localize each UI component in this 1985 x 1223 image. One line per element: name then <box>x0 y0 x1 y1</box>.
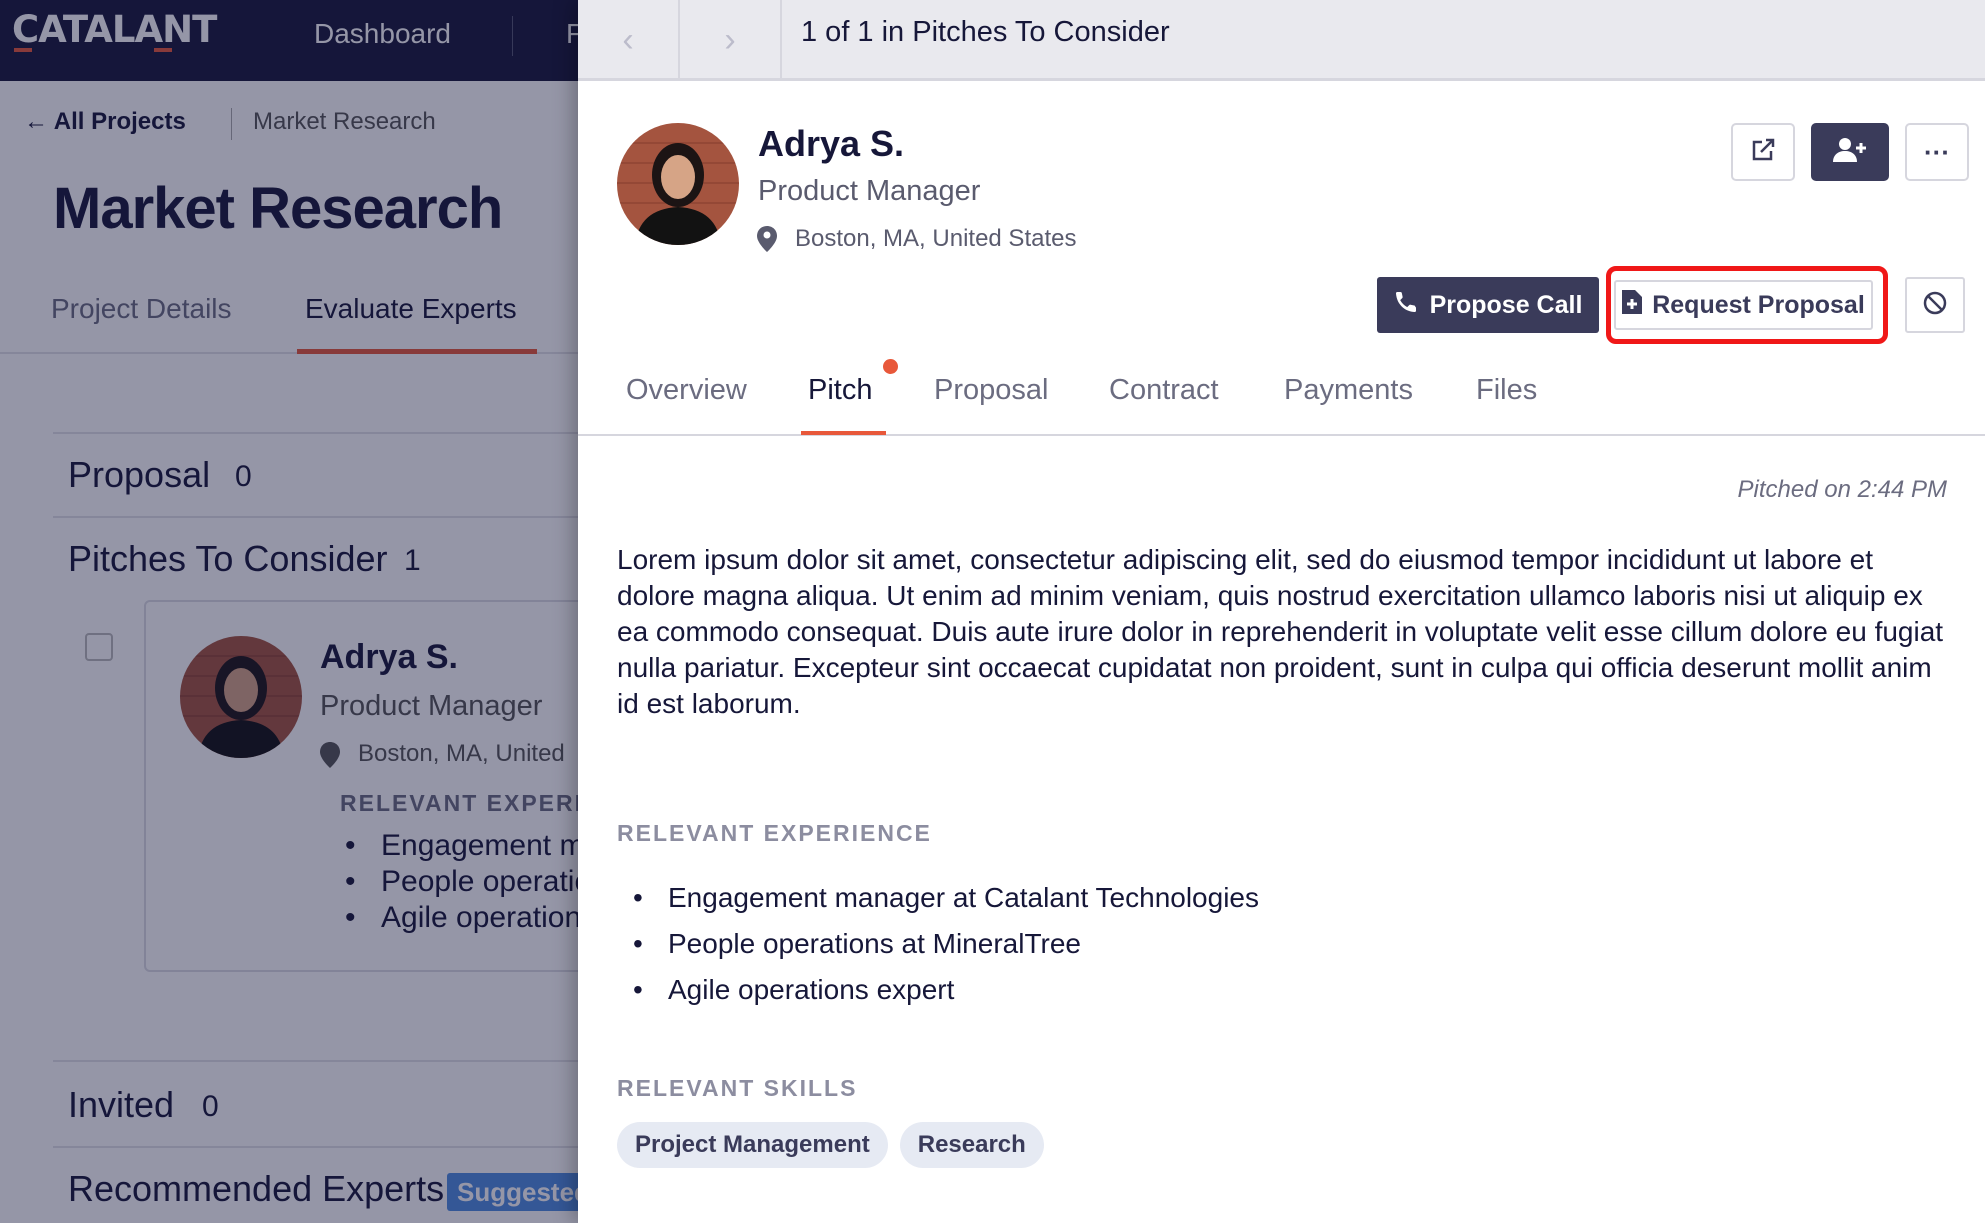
tab-payments[interactable]: Payments <box>1284 374 1413 407</box>
tab-contract[interactable]: Contract <box>1109 374 1219 407</box>
pitch-text: Lorem ipsum dolor sit amet, consectetur … <box>617 544 1944 719</box>
add-to-team-button[interactable] <box>1811 123 1889 181</box>
propose-call-label: Propose Call <box>1429 290 1583 319</box>
position-indicator: 1 of 1 in Pitches To Consider <box>801 16 1170 48</box>
notification-dot <box>883 359 898 374</box>
request-proposal-button[interactable]: Request Proposal <box>1614 280 1873 330</box>
tab-pitch[interactable]: Pitch <box>808 374 872 407</box>
tab-proposal[interactable]: Proposal <box>934 374 1048 407</box>
pitched-timestamp: Pitched on 2:44 PM <box>1737 476 1947 503</box>
list-item: People operations at MineralTree <box>633 921 1259 967</box>
relevant-skills-label: RELEVANT SKILLS <box>617 1075 858 1101</box>
open-profile-button[interactable] <box>1731 123 1795 181</box>
more-options-button[interactable]: ··· <box>1905 123 1969 181</box>
active-tab-indicator <box>801 431 886 435</box>
relevant-experience-list: Engagement manager at Catalant Technolog… <box>633 875 1259 1013</box>
modal-overlay[interactable] <box>0 0 578 1223</box>
add-user-icon <box>1833 137 1867 168</box>
skill-chip: Research <box>899 1122 1044 1168</box>
phone-icon <box>1394 290 1418 321</box>
tabs-divider <box>578 434 1985 436</box>
previous-button[interactable]: ‹ <box>578 0 680 81</box>
more-icon: ··· <box>1924 136 1950 167</box>
block-icon <box>1922 290 1948 321</box>
expert-name: Adrya S. <box>758 123 905 164</box>
tab-files[interactable]: Files <box>1476 374 1537 407</box>
document-plus-icon <box>1622 289 1643 321</box>
external-link-icon <box>1749 136 1777 169</box>
list-item: Engagement manager at Catalant Technolog… <box>633 875 1259 921</box>
expert-role: Product Manager <box>758 175 981 207</box>
propose-call-button[interactable]: Propose Call <box>1377 277 1599 333</box>
request-proposal-label: Request Proposal <box>1652 290 1865 319</box>
skill-chip: Project Management <box>617 1122 888 1168</box>
list-item: Agile operations expert <box>633 967 1259 1013</box>
location-pin-icon <box>757 226 777 257</box>
avatar <box>617 123 739 245</box>
chevron-right-icon: › <box>724 21 736 59</box>
next-button[interactable]: › <box>680 0 782 81</box>
tab-overview[interactable]: Overview <box>626 374 747 407</box>
relevant-experience-label: RELEVANT EXPERIENCE <box>617 820 932 846</box>
expert-detail-drawer: ‹ › 1 of 1 in Pitches To Consider Adrya … <box>578 0 1985 1223</box>
skills-list: Project Management Research <box>617 1122 1044 1168</box>
expert-location: Boston, MA, United States <box>795 225 1077 252</box>
chevron-left-icon: ‹ <box>622 21 634 59</box>
drawer-header-bar: ‹ › 1 of 1 in Pitches To Consider <box>578 0 1985 81</box>
decline-button[interactable] <box>1905 277 1965 333</box>
